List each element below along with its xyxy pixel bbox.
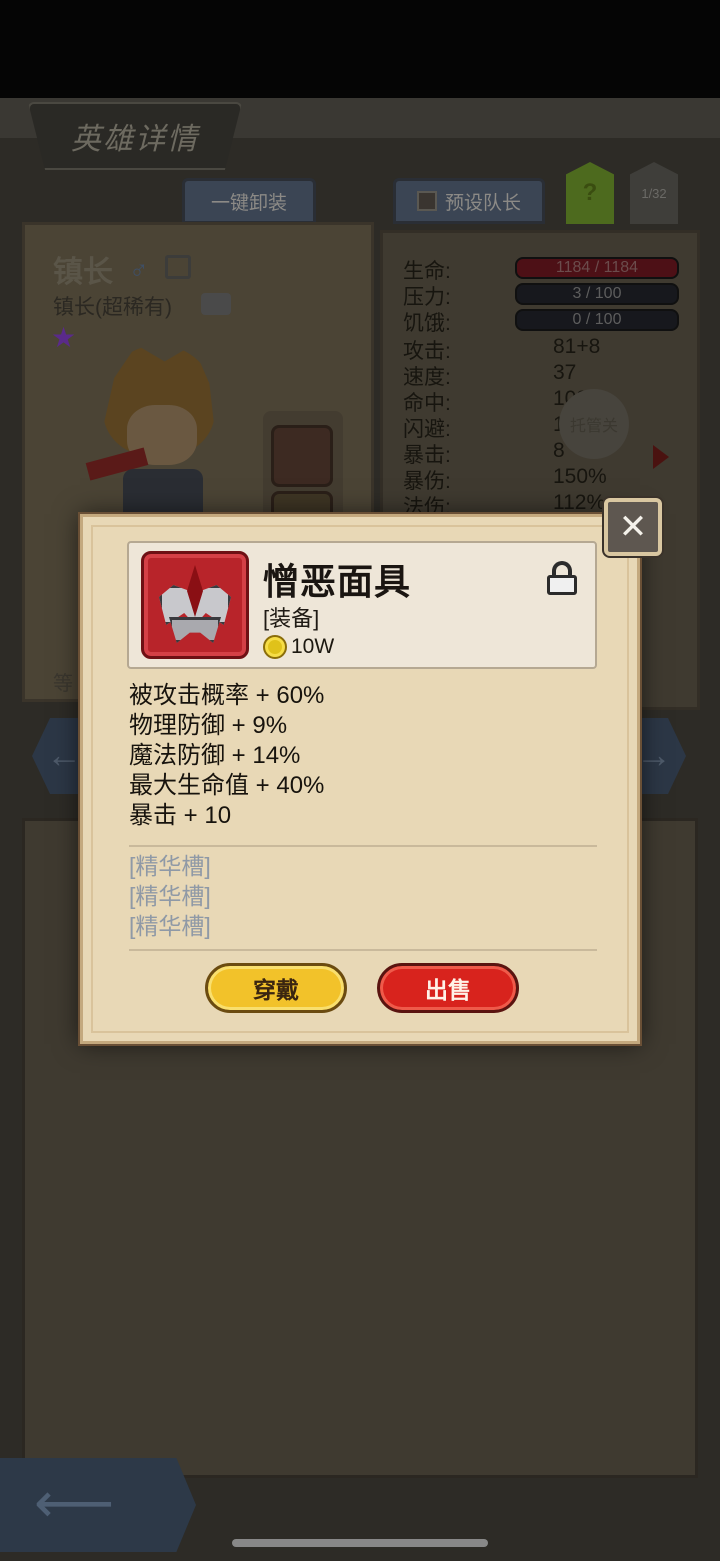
hero-name: 镇长: [53, 256, 113, 289]
sell-label: 出售: [425, 977, 471, 1003]
back-arrow-icon: ⟵: [34, 1471, 115, 1534]
preset-leader-checkbox[interactable]: [416, 191, 437, 211]
screen-title: 英雄详情: [71, 123, 199, 156]
stat-value: 8: [553, 439, 565, 462]
arrow-left-icon: ←: [46, 734, 82, 775]
stat-row: 闪避: 16: [403, 413, 683, 441]
stat-row: 速度: 37: [403, 361, 683, 389]
attribute-line: 物理防御 + 9%: [129, 712, 288, 739]
rarity-star-icon: ★: [51, 322, 77, 353]
item-price: 10W: [291, 635, 335, 658]
unlock-icon[interactable]: [547, 561, 577, 595]
stat-row: 生命: 1184 / 1184: [403, 255, 683, 283]
home-indicator: [232, 1539, 488, 1547]
unequip-all-button[interactable]: 一键卸装: [182, 178, 316, 224]
hero-body: [123, 469, 203, 515]
stat-row: 暴击: 8: [403, 439, 683, 467]
stress-bar: 3 / 100: [515, 283, 679, 305]
attribute-line: 魔法防御 + 14%: [129, 742, 301, 769]
mask-jaw: [169, 617, 221, 643]
preset-leader-toggle[interactable]: 预设队长: [393, 178, 545, 224]
spiked-mask-icon: [141, 551, 249, 659]
stat-row: 压力: 3 / 100: [403, 281, 683, 309]
wear-button[interactable]: 穿戴: [205, 963, 347, 1013]
essence-slots: [精华槽] [精华槽] [精华槽]: [129, 851, 599, 941]
hp-bar: 1184 / 1184: [515, 257, 679, 279]
auto-battle-label: 托管关: [569, 418, 618, 435]
wear-label: 穿戴: [253, 977, 299, 1003]
stat-label: 饥饿:: [403, 312, 451, 335]
auto-battle-button[interactable]: 托管关: [559, 389, 629, 459]
divider: [129, 949, 597, 951]
stat-row: 命中: 108: [403, 387, 683, 415]
essence-slot[interactable]: [精华槽]: [129, 851, 599, 881]
attribute-line: 被攻击概率 + 60%: [129, 682, 325, 709]
gold-coin-icon: [263, 635, 287, 659]
stat-value: 112%: [553, 491, 606, 514]
lock-body: [547, 575, 577, 595]
attribute-line: 暴击 + 10: [129, 802, 232, 829]
item-type: [装备]: [263, 606, 320, 631]
mask-graphic: [155, 565, 235, 645]
game-screen: 英雄详情 一键卸装 预设队长 ? 1/32 镇长 ♂ 镇长(超稀有) ★ 等 生…: [0, 98, 720, 1561]
essence-slot[interactable]: [精华槽]: [129, 911, 599, 941]
stat-value: 150%: [553, 465, 607, 488]
class-swap-icon[interactable]: [201, 293, 231, 315]
equipment-slot-weapon[interactable]: [271, 425, 333, 487]
item-name: 憎恶面具: [263, 561, 412, 602]
attribute-line: 最大生命值 + 40%: [129, 772, 325, 799]
screen-title-tab: 英雄详情: [28, 102, 242, 170]
help-label: ?: [582, 179, 598, 206]
item-header: 憎恶面具 [装备] 10W: [127, 541, 597, 669]
close-button[interactable]: ✕: [604, 498, 662, 556]
stat-row: 暴伤: 150%: [403, 465, 683, 493]
next-stats-arrow-icon[interactable]: [653, 445, 669, 469]
help-button[interactable]: ?: [566, 162, 614, 224]
preset-leader-label: 预设队长: [444, 192, 521, 214]
stat-value: 81+8: [553, 335, 601, 358]
item-attributes: 被攻击概率 + 60% 物理防御 + 9% 魔法防御 + 14% 最大生命值 +…: [129, 681, 599, 831]
essence-slot[interactable]: [精华槽]: [129, 881, 599, 911]
close-icon: ✕: [618, 508, 648, 546]
back-button[interactable]: ⟵: [0, 1458, 196, 1552]
page-count-label: 1/32: [641, 185, 667, 201]
page-count-tab[interactable]: 1/32: [630, 162, 678, 224]
male-gender-icon: ♂: [129, 255, 149, 285]
hero-level-label: 等: [53, 673, 73, 695]
edit-name-icon[interactable]: [165, 255, 191, 279]
sell-button[interactable]: 出售: [377, 963, 519, 1013]
stat-row: 攻击: 81+8: [403, 335, 683, 363]
stat-value: 37: [553, 361, 577, 384]
unequip-all-label: 一键卸装: [210, 192, 287, 214]
hero-class: 镇长(超稀有): [53, 296, 172, 319]
hunger-bar: 0 / 100: [515, 309, 679, 331]
status-bar: [0, 0, 720, 98]
divider: [129, 845, 597, 847]
stat-row: 饥饿: 0 / 100: [403, 307, 683, 335]
arrow-right-icon: ←: [636, 734, 672, 775]
hero-sprite: [85, 345, 227, 515]
item-detail-modal: 憎恶面具 [装备] 10W 被攻击概率 + 60% 物理防御 + 9% 魔法防御…: [80, 514, 640, 1044]
